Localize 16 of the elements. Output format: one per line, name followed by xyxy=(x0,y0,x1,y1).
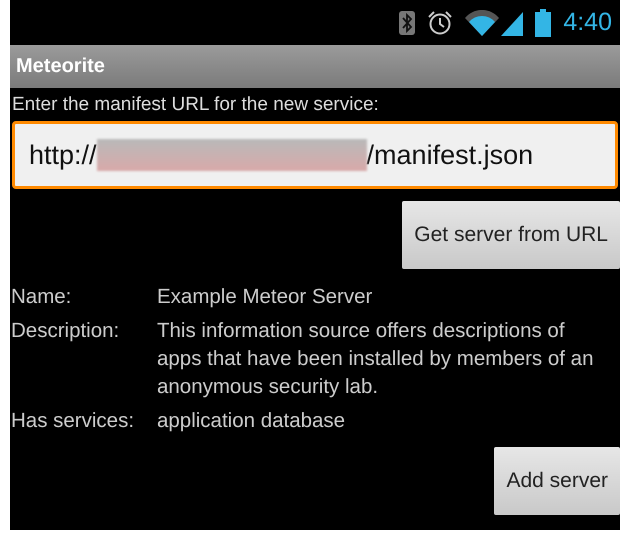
field-value: This information source offers descriptions of apps that have been installed by members of an anonymous security lab. xyxy=(157,318,594,400)
field-label: Name: xyxy=(11,284,72,310)
alarm-clock-icon xyxy=(427,10,454,36)
field-value: application database xyxy=(157,408,346,434)
add-server-button[interactable]: Add server xyxy=(494,447,620,515)
field-value: Example Meteor Server xyxy=(157,284,374,310)
get-server-button[interactable]: Get server from URL xyxy=(402,201,620,269)
battery-icon xyxy=(535,8,552,36)
field-label: Description: xyxy=(11,318,120,344)
url-input-field[interactable]: http:// /manifest.json xyxy=(12,121,618,189)
clock-time: 4:40 xyxy=(563,8,612,37)
wifi-signal-icon xyxy=(465,10,524,36)
app-title: Meteorite xyxy=(16,55,105,78)
prompt-text: Enter the manifest URL for the new service: xyxy=(11,93,380,116)
bluetooth-icon xyxy=(399,10,416,34)
field-label: Has services: xyxy=(11,408,136,434)
